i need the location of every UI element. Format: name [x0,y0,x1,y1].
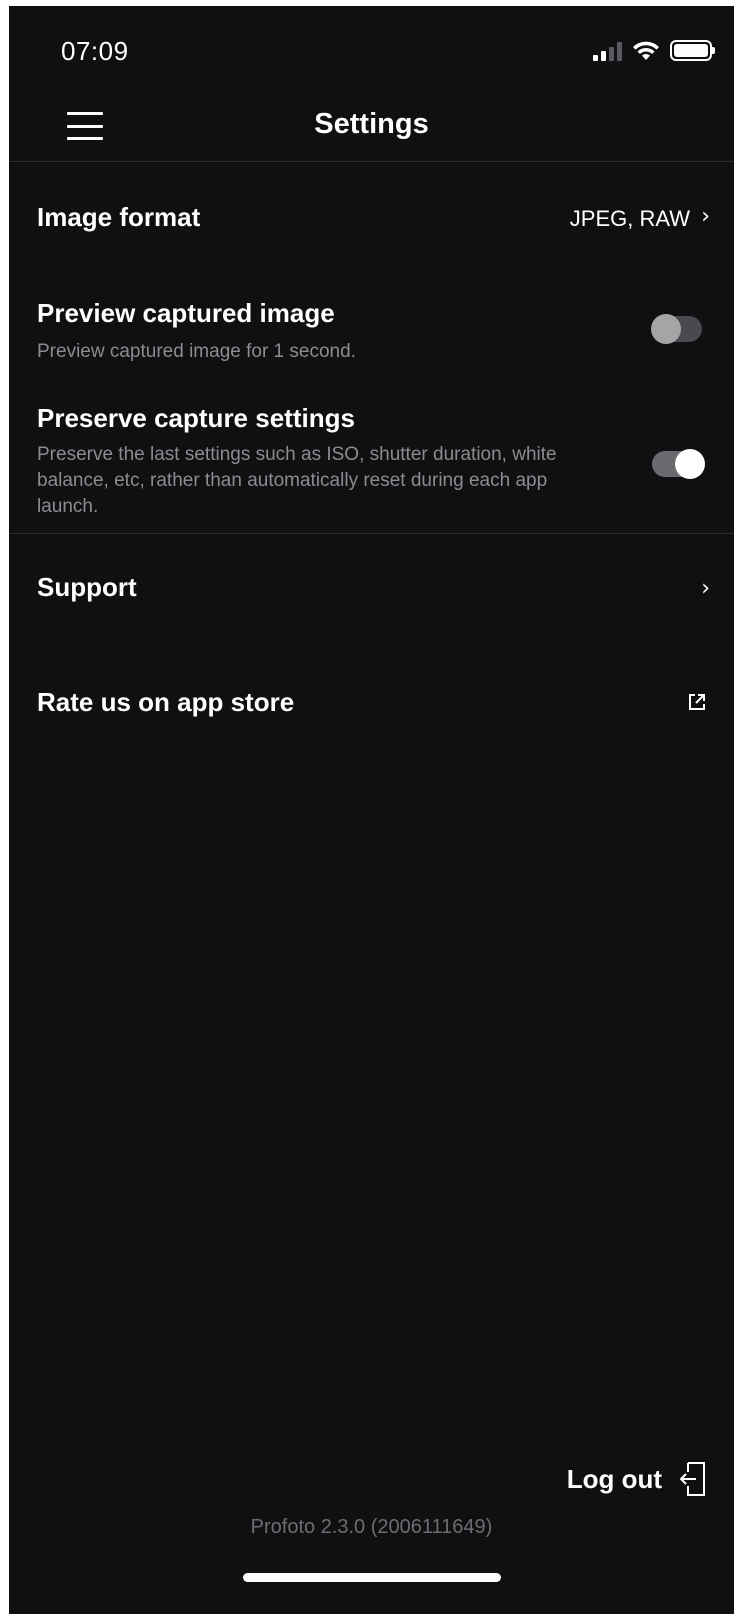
support-label: Support [37,572,137,602]
chevron-right-icon: › [701,576,710,601]
logout-button[interactable]: Log out [567,1462,706,1496]
rate-us-row[interactable]: Rate us on app store [9,661,734,751]
image-format-label: Image format [37,202,201,232]
cellular-signal-icon [593,41,622,61]
preserve-capture-settings-label: Preserve capture settings [37,403,355,433]
status-time: 07:09 [61,36,129,66]
status-bar: 07:09 [9,6,734,96]
page-title: Settings [314,108,429,140]
rate-us-label: Rate us on app store [37,687,295,717]
status-icons [593,40,715,61]
app-version: Profoto 2.3.0 (2006111649) [250,1516,493,1538]
nav-header: Settings [9,96,734,162]
chevron-right-icon: › [701,204,710,229]
external-link-icon [689,694,705,710]
preview-captured-image-description: Preview captured image for 1 second. [37,341,356,362]
preview-captured-image-row: Preview captured image Preview captured … [9,286,734,376]
support-row[interactable]: Support › [9,546,734,636]
preview-captured-image-toggle[interactable] [651,314,702,344]
preserve-capture-settings-row: Preserve capture settings Preserve the l… [9,391,734,531]
logout-label: Log out [566,1463,662,1494]
logout-icon [680,1462,705,1496]
home-indicator[interactable] [243,1573,501,1582]
app-screen: 07:09 Settings Image format JPEG, RAW › [9,6,734,1614]
wifi-icon [633,41,659,60]
section-divider [9,533,734,534]
image-format-row[interactable]: Image format JPEG, RAW › [9,166,734,266]
preview-captured-image-label: Preview captured image [37,298,335,328]
image-format-value: JPEG, RAW [569,206,690,231]
preserve-capture-settings-toggle[interactable] [652,449,705,479]
preserve-capture-settings-description: Preserve the last settings such as ISO, … [37,444,557,517]
battery-icon [670,40,715,61]
